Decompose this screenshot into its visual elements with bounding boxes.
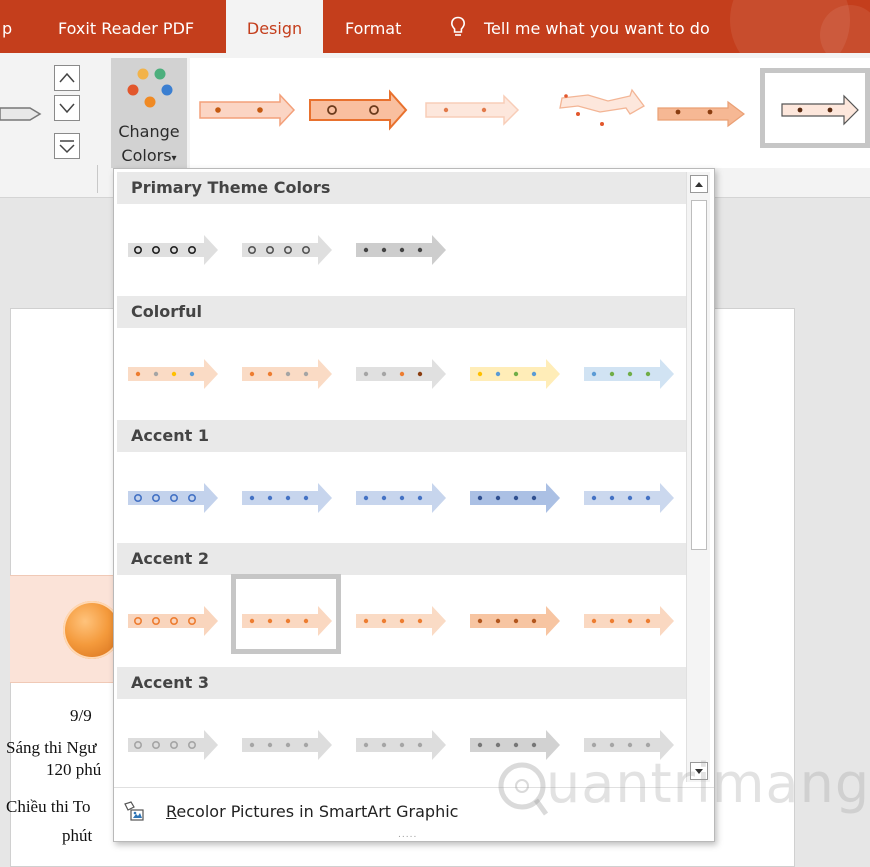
arrow-process-thumbnail [128,730,218,760]
arrow-process-thumbnail [242,359,332,389]
arrow-process-thumbnail [242,606,332,636]
arrow-process-thumbnail [128,483,218,513]
scrollbar-thumb[interactable] [691,200,707,550]
style-option-selected[interactable] [760,68,870,148]
arrow-process-thumbnail [356,730,446,760]
arrow-process-thumbnail [242,235,332,265]
color-option[interactable] [122,208,232,288]
section-header: Accent 1 [117,420,686,452]
more-dropdown-icon [59,140,75,154]
color-option[interactable] [578,332,688,412]
layout-arrow-thumbnail[interactable] [0,101,42,127]
resize-grip[interactable]: ..... [398,830,417,840]
color-option[interactable] [350,579,460,659]
color-option[interactable] [578,456,688,536]
watermark: uantrimang [496,752,869,816]
style-option[interactable] [302,68,412,148]
dropdown-scrollbar[interactable] [686,172,710,782]
style-option[interactable] [548,68,658,148]
lightbulb-icon [450,16,466,36]
tell-me-box[interactable]: Tell me what you want to do [450,0,710,53]
color-option[interactable] [236,703,346,783]
arrow-process-thumbnail [470,359,560,389]
style-option[interactable] [416,68,526,148]
smartart-styles-gallery [190,58,870,168]
color-option[interactable] [122,579,232,659]
watermark-logo-icon [498,762,548,816]
color-option[interactable] [464,579,574,659]
arrow-process-thumbnail [242,730,332,760]
section-header: Colorful [117,296,686,328]
section-header: Accent 3 [117,667,686,699]
arrow-process-thumbnail [356,483,446,513]
arrow-process-thumbnail [584,359,674,389]
recolor-pictures-label: Recolor Pictures in SmartArt Graphic [166,802,459,821]
color-option[interactable] [236,456,346,536]
color-option[interactable] [122,703,232,783]
layout-more-button[interactable] [54,133,80,159]
color-option-selected[interactable] [231,574,341,654]
layout-scroll-up-button[interactable] [54,65,80,91]
arrow-process-thumbnail [356,359,446,389]
section-header: Accent 2 [117,543,686,575]
doc-line: 120 phú [46,760,102,779]
tab-foxit-reader-pdf[interactable]: Foxit Reader PDF [58,0,194,53]
arrow-process-thumbnail [470,606,560,636]
doc-date: 9/9 [70,706,92,725]
arrow-process-thumbnail [128,606,218,636]
style-option[interactable] [648,68,758,148]
color-option[interactable] [464,332,574,412]
arrow-process-thumbnail [128,359,218,389]
arrow-process-thumbnail [470,483,560,513]
tab-partial[interactable]: p [2,0,12,53]
doc-line: Chiều thi To [6,797,91,816]
doc-line: phút [62,826,93,845]
layout-scroll-down-button[interactable] [54,95,80,121]
arrow-process-thumbnail [356,235,446,265]
tab-design[interactable]: Design [226,0,323,53]
color-option[interactable] [350,208,460,288]
change-colors-dropdown: Primary Theme Colors Colorful Accent 1 A… [113,168,715,842]
section-header: Primary Theme Colors [117,172,686,204]
palette-dots-icon [127,68,173,108]
chevron-up-icon [59,72,75,83]
change-colors-label: Change Colors▾ [118,122,180,165]
color-option[interactable] [578,579,688,659]
style-option[interactable] [190,68,300,148]
color-option[interactable] [464,456,574,536]
color-option[interactable] [350,456,460,536]
arrow-process-thumbnail [584,606,674,636]
change-colors-button[interactable]: Change Colors▾ [111,58,187,168]
color-option[interactable] [122,456,232,536]
arrow-process-thumbnail [584,483,674,513]
color-option[interactable] [236,332,346,412]
tab-format[interactable]: Format [345,0,401,53]
scroll-up-button[interactable] [690,175,708,193]
arrow-process-thumbnail [128,235,218,265]
color-option[interactable] [350,332,460,412]
recolor-picture-icon [124,801,144,821]
doc-line: Sáng thi Ngư [6,738,97,757]
arrow-process-thumbnail [356,606,446,636]
arrow-process-thumbnail [242,483,332,513]
ribbon-separator [97,165,98,193]
chevron-down-icon [59,103,75,114]
color-option[interactable] [236,208,346,288]
triangle-up-icon [695,182,703,187]
color-option[interactable] [122,332,232,412]
ribbon-tab-bar: p Foxit Reader PDF Design Format Tell me… [0,0,870,80]
color-option[interactable] [350,703,460,783]
